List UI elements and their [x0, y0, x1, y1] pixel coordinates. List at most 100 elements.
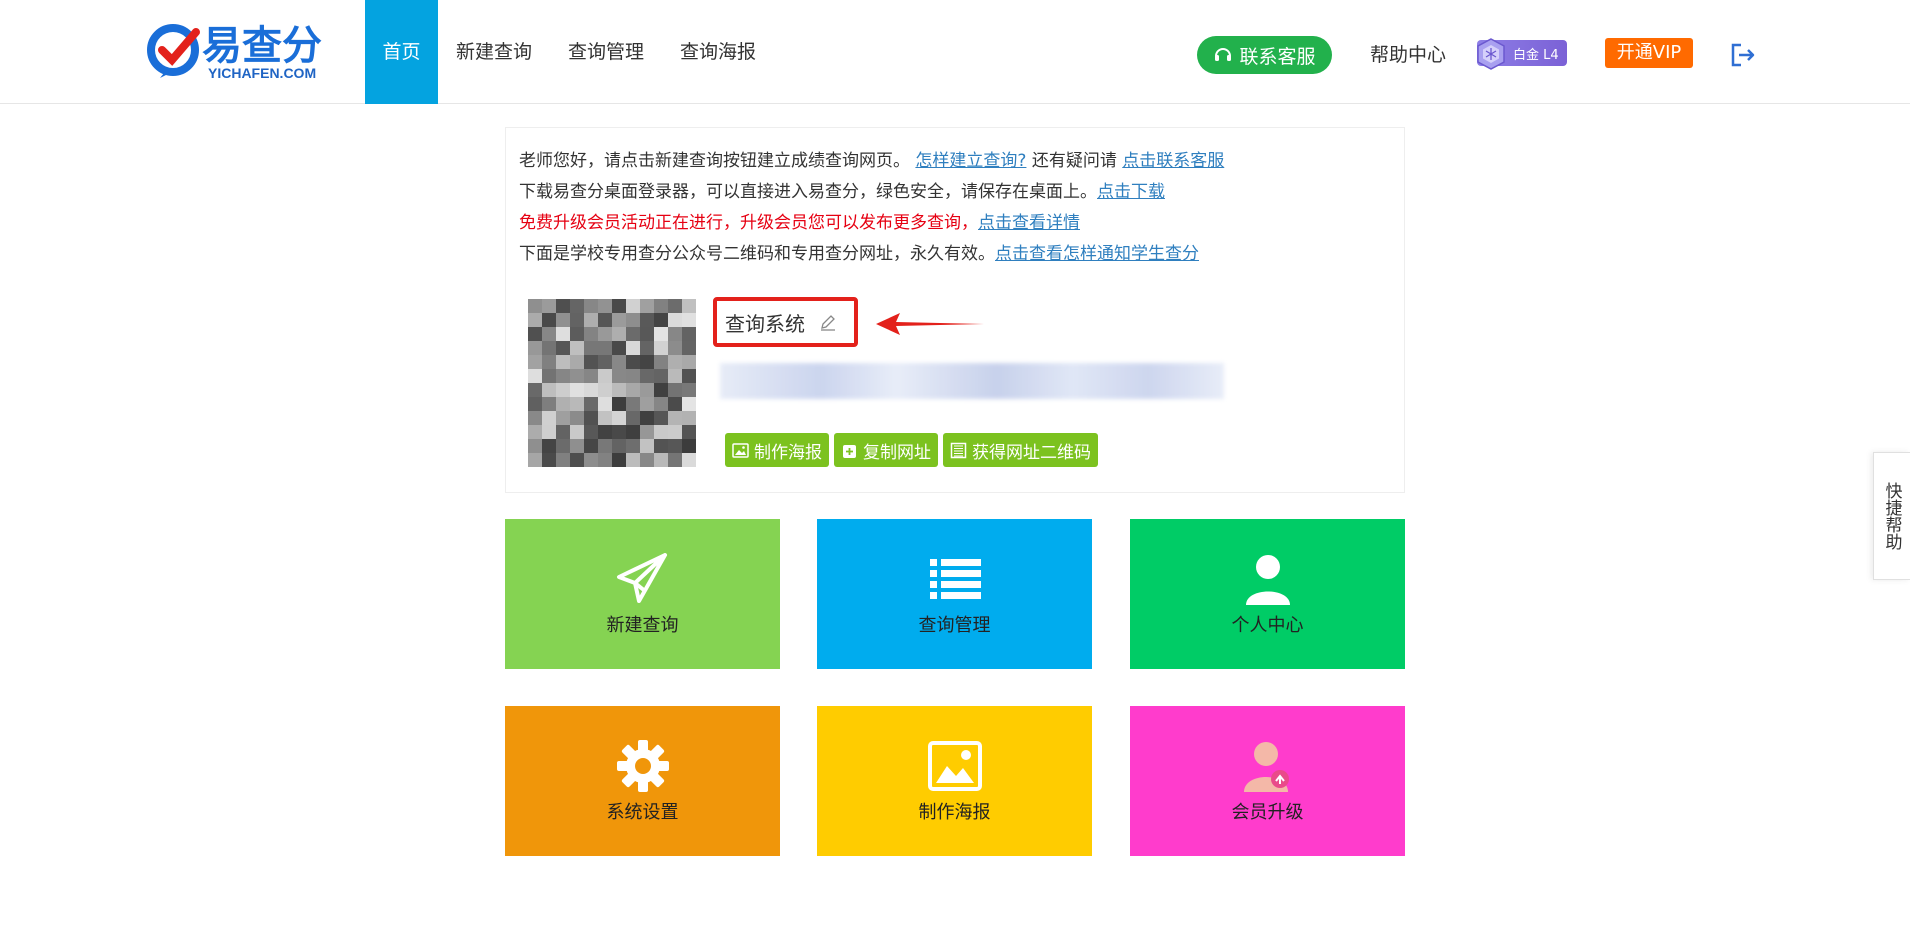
view-details-link[interactable]: 点击查看详情 — [978, 213, 1080, 233]
platinum-hexagon-icon — [1477, 38, 1505, 70]
tile-system-settings[interactable]: 系统设置 — [505, 706, 780, 856]
qr-mosaic-cell — [668, 299, 682, 313]
notice-lines: 老师您好，请点击新建查询按钮建立成绩查询网页。 怎样建立查询? 还有疑问请 点击… — [519, 146, 1224, 270]
qr-mosaic-cell — [626, 313, 640, 327]
qrcode-icon — [950, 442, 967, 458]
qr-mosaic-cell — [570, 327, 584, 341]
quick-help-label: 快捷帮助 — [1881, 482, 1902, 550]
tile-label: 查询管理 — [918, 615, 991, 636]
logout-icon[interactable] — [1728, 40, 1758, 70]
notice-line-3: 免费升级会员活动正在进行，升级会员您可以发布更多查询，点击查看详情 — [519, 208, 1224, 239]
qr-mosaic-cell — [626, 411, 640, 425]
qr-mosaic-cell — [598, 313, 612, 327]
qr-code-image — [528, 299, 696, 467]
qr-mosaic-cell — [598, 453, 612, 467]
logo-mark-icon — [147, 24, 200, 78]
qr-mosaic-cell — [584, 411, 598, 425]
quick-help-tab[interactable]: 快捷帮助 — [1873, 452, 1910, 580]
nav-query-poster[interactable]: 查询海报 — [662, 0, 774, 104]
qr-mosaic-cell — [626, 397, 640, 411]
help-center-link[interactable]: 帮助中心 — [1370, 40, 1446, 67]
qr-mosaic-cell — [612, 425, 626, 439]
qr-mosaic-cell — [682, 453, 696, 467]
qr-mosaic-cell — [528, 439, 542, 453]
copy-icon — [843, 444, 856, 458]
qr-mosaic-cell — [654, 453, 668, 467]
qr-mosaic-cell — [528, 411, 542, 425]
qr-mosaic-cell — [584, 341, 598, 355]
top-header: 易查分 YICHAFEN.COM 首页 新建查询 查询管理 查询海报 联系客服 … — [0, 0, 1910, 104]
nav-home[interactable]: 首页 — [365, 0, 438, 104]
nav-query-manage[interactable]: 查询管理 — [550, 0, 662, 104]
qr-mosaic-cell — [668, 313, 682, 327]
qr-mosaic-cell — [556, 369, 570, 383]
qr-mosaic-cell — [682, 411, 696, 425]
qr-mosaic-cell — [584, 299, 598, 313]
qr-mosaic-cell — [640, 355, 654, 369]
qr-mosaic-cell — [542, 439, 556, 453]
notice-line-1: 老师您好，请点击新建查询按钮建立成绩查询网页。 怎样建立查询? 还有疑问请 点击… — [519, 146, 1224, 177]
nav-new-query[interactable]: 新建查询 — [438, 0, 550, 104]
edit-pencil-icon[interactable] — [819, 313, 837, 331]
tile-label: 会员升级 — [1231, 802, 1304, 823]
qr-mosaic-cell — [598, 397, 612, 411]
tile-query-manage[interactable]: 查询管理 — [817, 519, 1092, 669]
qr-mosaic-cell — [654, 383, 668, 397]
contact-service-button[interactable]: 联系客服 — [1197, 36, 1332, 74]
qr-mosaic-cell — [528, 327, 542, 341]
download-link[interactable]: 点击下载 — [1097, 182, 1165, 202]
qr-mosaic-cell — [528, 299, 542, 313]
qr-mosaic-cell — [542, 327, 556, 341]
notify-students-link[interactable]: 点击查看怎样通知学生查分 — [995, 244, 1199, 264]
qr-mosaic-cell — [528, 313, 542, 327]
tile-make-poster[interactable]: 制作海报 — [817, 706, 1092, 856]
member-upgrade-icon — [1243, 742, 1289, 792]
qr-mosaic-cell — [626, 453, 640, 467]
qr-mosaic-cell — [598, 383, 612, 397]
qr-mosaic-cell — [626, 369, 640, 383]
tile-new-query[interactable]: 新建查询 — [505, 519, 780, 669]
qr-mosaic-cell — [542, 355, 556, 369]
open-vip-button[interactable]: 开通VIP — [1605, 38, 1693, 68]
notice-line-2: 下载易查分桌面登录器，可以直接进入易查分，绿色安全，请保存在桌面上。点击下载 — [519, 177, 1224, 208]
qr-mosaic-cell — [640, 453, 654, 467]
tile-label: 制作海报 — [918, 802, 991, 823]
qr-mosaic-cell — [570, 341, 584, 355]
qr-mosaic-cell — [640, 299, 654, 313]
qr-mosaic-cell — [542, 453, 556, 467]
qr-mosaic-cell — [542, 313, 556, 327]
qr-mosaic-cell — [654, 313, 668, 327]
get-url-qrcode-button[interactable]: 获得网址二维码 — [943, 433, 1098, 467]
qr-mosaic-cell — [640, 369, 654, 383]
qr-mosaic-cell — [542, 383, 556, 397]
qr-mosaic-cell — [570, 313, 584, 327]
qr-mosaic-cell — [668, 341, 682, 355]
qr-mosaic-cell — [668, 369, 682, 383]
make-poster-button[interactable]: 制作海报 — [725, 433, 829, 467]
notice-text: 还有疑问请 — [1031, 151, 1117, 171]
contact-service-link[interactable]: 点击联系客服 — [1122, 151, 1224, 171]
promo-text: 免费升级会员活动正在进行，升级会员您可以发布更多查询， — [519, 213, 978, 233]
qr-mosaic-cell — [640, 341, 654, 355]
copy-url-button[interactable]: 复制网址 — [834, 433, 938, 467]
how-to-create-link[interactable]: 怎样建立查询? — [915, 151, 1026, 171]
qr-mosaic-cell — [542, 341, 556, 355]
contact-service-label: 联系客服 — [1239, 45, 1316, 68]
tile-personal-center[interactable]: 个人中心 — [1130, 519, 1405, 669]
qr-mosaic-cell — [556, 299, 570, 313]
qr-mosaic-cell — [626, 425, 640, 439]
qr-mosaic-cell — [584, 355, 598, 369]
qr-mosaic-cell — [598, 299, 612, 313]
headset-icon — [1215, 48, 1232, 61]
tile-member-upgrade[interactable]: 会员升级 — [1130, 706, 1405, 856]
qr-mosaic-cell — [612, 299, 626, 313]
image-icon — [927, 741, 982, 791]
qr-mosaic-cell — [542, 299, 556, 313]
logo-name: 易查分 — [202, 23, 322, 69]
qr-mosaic-cell — [584, 397, 598, 411]
qr-mosaic-cell — [654, 299, 668, 313]
logo[interactable]: 易查分 YICHAFEN.COM — [146, 24, 322, 84]
qr-mosaic-cell — [654, 355, 668, 369]
qr-mosaic-cell — [570, 383, 584, 397]
qr-mosaic-cell — [612, 355, 626, 369]
